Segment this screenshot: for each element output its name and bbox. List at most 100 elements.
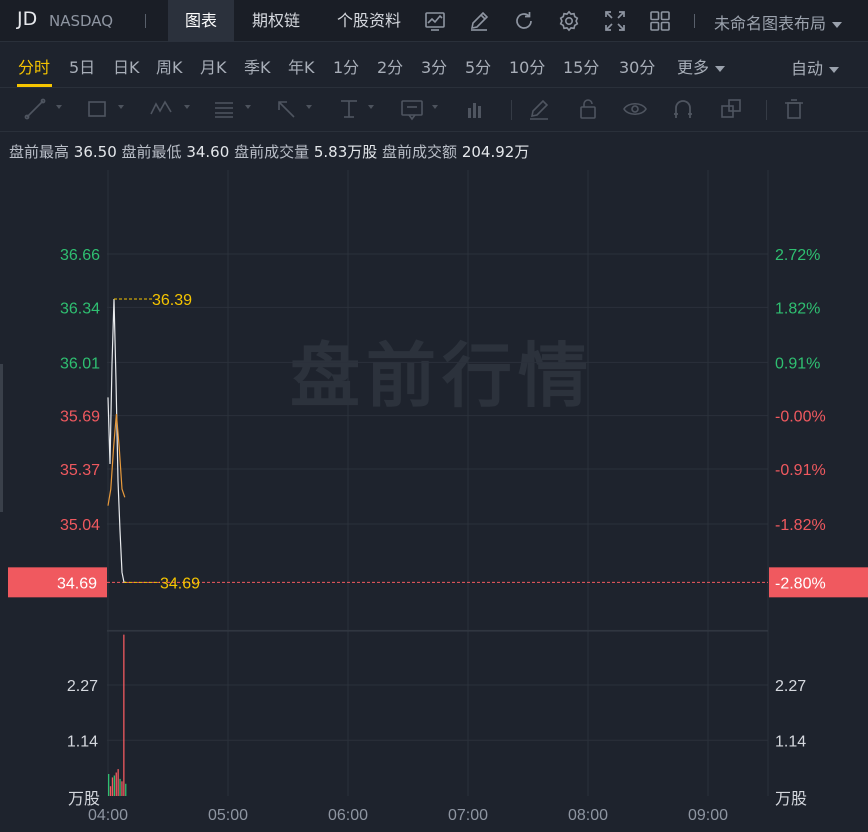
stat-high-value: 36.50 bbox=[73, 143, 117, 161]
price-axis-label-left: 36.34 bbox=[60, 300, 100, 317]
app-root: JD NASDAQ 图表 期权链 个股资料 未命名图表布局 分时 5日 日K 周… bbox=[0, 0, 868, 832]
period-day-k[interactable]: 日K bbox=[113, 54, 140, 78]
period-week-k[interactable]: 周K bbox=[156, 54, 183, 78]
volume-bar bbox=[115, 772, 117, 796]
period-more[interactable]: 更多 bbox=[677, 54, 726, 78]
chevron-down-icon[interactable] bbox=[245, 105, 251, 109]
price-axis-label-left: 36.66 bbox=[60, 247, 100, 264]
period-month-k[interactable]: 月K bbox=[200, 54, 227, 78]
period-2min[interactable]: 2分 bbox=[377, 54, 403, 78]
intraday-chart[interactable]: 36.66 2.72% 36.34 1.82% 36.01 0.91% 35.69 -0.00… bbox=[0, 170, 868, 832]
volume-bar bbox=[121, 781, 123, 796]
time-axis-label: 06:00 bbox=[328, 807, 368, 824]
time-axis-label: 08:00 bbox=[568, 807, 608, 824]
stat-high-label: 盘前最高 bbox=[9, 143, 70, 161]
price-range-icon[interactable] bbox=[336, 96, 362, 122]
volume-bar bbox=[123, 634, 125, 796]
eye-icon[interactable] bbox=[622, 96, 648, 122]
period-10min[interactable]: 10分 bbox=[509, 54, 545, 78]
stat-volume-value: 5.83万股 bbox=[313, 143, 378, 161]
period-intraday[interactable]: 分时 bbox=[18, 54, 50, 78]
active-period-underline bbox=[17, 84, 52, 87]
price-axis-label-right: 0.91% bbox=[775, 355, 820, 372]
price-axis-label-left: 35.69 bbox=[60, 409, 100, 426]
price-axis-label-left: 35.04 bbox=[60, 517, 100, 534]
price-axis-label-left: 36.01 bbox=[60, 355, 100, 372]
volume-axis-label-right: 2.27 bbox=[775, 678, 806, 695]
current-price-value: 34.69 bbox=[57, 575, 97, 592]
fib-icon[interactable] bbox=[211, 96, 237, 122]
trendline-icon[interactable] bbox=[22, 96, 48, 122]
indicator-icon[interactable] bbox=[423, 9, 447, 33]
time-axis-label: 05:00 bbox=[208, 807, 248, 824]
toolbar-divider bbox=[511, 100, 512, 120]
refresh-icon[interactable] bbox=[512, 9, 536, 33]
settings-gear-icon[interactable] bbox=[557, 9, 581, 33]
stat-low-label: 盘前最低 bbox=[121, 143, 182, 161]
brush-icon[interactable] bbox=[526, 96, 552, 122]
volume-bar bbox=[111, 777, 114, 796]
copy-icon[interactable] bbox=[718, 96, 744, 122]
price-axis-label-right: 2.72% bbox=[775, 247, 820, 264]
chevron-down-icon[interactable] bbox=[56, 105, 62, 109]
chevron-down-icon[interactable] bbox=[306, 105, 312, 109]
price-axis-label-right: -1.82% bbox=[775, 517, 826, 534]
tab-chart[interactable]: 图表 bbox=[168, 0, 234, 42]
magnet-icon[interactable] bbox=[670, 96, 696, 122]
layout-selector[interactable]: 未命名图表布局 bbox=[714, 10, 843, 34]
period-bar: 分时 5日 日K 周K 月K 季K 年K 1分 2分 3分 5分 10分 15分… bbox=[0, 42, 868, 88]
toolbar-divider bbox=[694, 14, 695, 28]
time-axis-label: 04:00 bbox=[88, 807, 128, 824]
period-5d[interactable]: 5日 bbox=[69, 54, 95, 78]
period-30min[interactable]: 30分 bbox=[619, 54, 655, 78]
price-line-series bbox=[107, 298, 126, 583]
trash-icon[interactable] bbox=[781, 96, 807, 122]
exchange-label: NASDAQ bbox=[49, 12, 114, 30]
chevron-down-icon bbox=[829, 66, 840, 73]
toolbar-divider bbox=[766, 100, 767, 120]
chevron-down-icon[interactable] bbox=[118, 105, 124, 109]
chevron-down-icon bbox=[832, 21, 843, 28]
period-1min[interactable]: 1分 bbox=[333, 54, 359, 78]
auto-label: 自动 bbox=[791, 59, 824, 78]
volume-bar bbox=[113, 775, 115, 796]
time-axis-label: 07:00 bbox=[448, 807, 488, 824]
tab-options-chain[interactable]: 期权链 bbox=[237, 0, 315, 42]
drawing-toolbar bbox=[0, 88, 868, 132]
top-toolbar: JD NASDAQ 图表 期权链 个股资料 未命名图表布局 bbox=[0, 0, 868, 42]
time-axis-label: 09:00 bbox=[688, 807, 728, 824]
low-callout-label: 34.69 bbox=[160, 575, 200, 592]
period-quarter-k[interactable]: 季K bbox=[244, 54, 271, 78]
auto-scale-selector[interactable]: 自动 bbox=[791, 55, 840, 79]
chevron-down-icon[interactable] bbox=[368, 105, 374, 109]
wave-icon[interactable] bbox=[148, 96, 174, 122]
rectangle-icon[interactable] bbox=[84, 96, 110, 122]
lock-icon[interactable] bbox=[575, 96, 601, 122]
fullscreen-icon[interactable] bbox=[603, 9, 627, 33]
volume-bar bbox=[119, 778, 121, 796]
draw-pen-icon[interactable] bbox=[467, 9, 491, 33]
position-icon[interactable] bbox=[462, 96, 488, 122]
layout-name: 未命名图表布局 bbox=[714, 14, 827, 33]
stat-turnover-label: 盘前成交额 bbox=[382, 143, 458, 161]
stat-volume-label: 盘前成交量 bbox=[234, 143, 310, 161]
period-15min[interactable]: 15分 bbox=[563, 54, 599, 78]
period-year-k[interactable]: 年K bbox=[288, 54, 315, 78]
high-callout-label: 36.39 bbox=[152, 292, 192, 309]
symbol-ticker[interactable]: JD bbox=[17, 8, 37, 30]
chevron-down-icon[interactable] bbox=[184, 105, 190, 109]
volume-axis-label-right: 1.14 bbox=[775, 733, 806, 750]
price-axis-label-right: -0.00% bbox=[775, 409, 826, 426]
premarket-stats: 盘前最高 36.50 盘前最低 34.60 盘前成交量 5.83万股 盘前成交额… bbox=[9, 141, 529, 162]
period-5min[interactable]: 5分 bbox=[465, 54, 491, 78]
tab-company-profile[interactable]: 个股资料 bbox=[322, 0, 416, 42]
chevron-down-icon bbox=[715, 65, 726, 72]
text-note-icon[interactable] bbox=[399, 96, 425, 122]
price-axis-label-right: 1.82% bbox=[775, 300, 820, 317]
period-3min[interactable]: 3分 bbox=[421, 54, 447, 78]
arrow-icon[interactable] bbox=[273, 96, 299, 122]
price-axis-label-right: -0.91% bbox=[775, 462, 826, 479]
chevron-down-icon[interactable] bbox=[432, 105, 438, 109]
volume-unit-right: 万股 bbox=[775, 790, 807, 808]
grid-layout-icon[interactable] bbox=[648, 9, 672, 33]
